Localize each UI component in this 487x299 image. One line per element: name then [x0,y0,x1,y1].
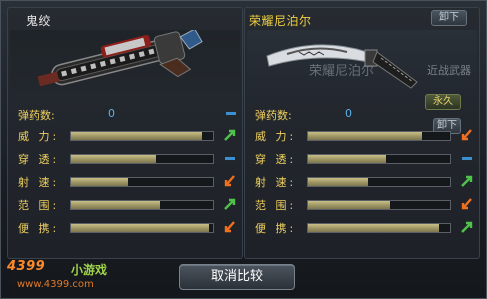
site-logo-sub: 小游戏 [71,263,108,277]
right-stat-power: 威 力: [255,128,477,144]
blue-dash-icon [462,157,472,160]
left-stat-portability: 便 携: [18,220,240,236]
unload-button-top[interactable]: 卸下 [431,10,467,26]
orange-down-arrow-icon [224,175,235,187]
stat-bar [70,200,214,210]
right-weapon-name: 荣耀尼泊尔 [249,14,312,28]
compare-window: 鬼绞 弹药数: 0 威 力: 穿 透: 射 速: 范 围: 便 携: 荣耀尼泊尔… [0,0,487,299]
stat-bar-fill [71,132,202,140]
stat-bar [70,131,214,141]
stat-label: 便 携: [18,222,60,235]
left-stat-range: 范 围: [18,197,240,213]
right-stat-firerate: 射 速: [255,174,477,190]
orange-down-arrow-icon [461,198,472,210]
stat-label: 便 携: [255,222,297,235]
stat-bar [70,177,214,187]
left-stat-power: 威 力: [18,128,240,144]
stat-bar-fill [71,224,209,232]
stat-label: 威 力: [255,130,297,143]
stat-bar [70,223,214,233]
left-ammo-dash-icon [226,112,236,115]
left-stat-firerate: 射 速: [18,174,240,190]
stat-label: 射 速: [18,176,60,189]
right-ammo-value: 0 [345,107,352,120]
stat-bar [307,200,451,210]
stat-bar [70,154,214,164]
right-weapon-image: 荣耀尼泊尔 近战武器 [247,30,477,102]
stat-bar-fill [308,224,439,232]
green-up-arrow-icon [224,198,236,210]
right-stat-range: 范 围: [255,197,477,213]
right-ghost-weapon-name: 荣耀尼泊尔 [309,64,375,79]
stat-label: 穿 透: [18,153,60,166]
stat-label: 射 速: [255,176,297,189]
stat-label: 穿 透: [255,153,297,166]
right-stat-portability: 便 携: [255,220,477,236]
stat-label: 范 围: [255,199,297,212]
left-stat-pierce: 穿 透: [18,151,240,167]
green-up-arrow-icon [461,175,473,187]
orange-down-arrow-icon [461,129,472,141]
stat-label: 范 围: [18,199,60,212]
left-ammo-label: 弹药数: [18,109,55,122]
stat-bar [307,177,451,187]
right-stat-pierce: 穿 透: [255,151,477,167]
chainsaw-weapon-icon [37,28,203,87]
stat-bar-fill [308,201,391,209]
left-ammo-row: 弹药数: 0 [18,107,240,122]
stat-bar [307,223,451,233]
blue-dash-icon [225,157,235,160]
left-weapon-image [10,28,240,102]
stat-bar-fill [71,201,161,209]
cancel-compare-button[interactable]: 取消比较 [179,264,295,290]
stat-bar-fill [308,178,368,186]
left-ammo-value: 0 [108,107,115,120]
right-weapon-type: 近战武器 [427,64,471,77]
left-weapon-panel: 鬼绞 弹药数: 0 威 力: 穿 透: 射 速: 范 围: 便 携: [7,7,243,259]
right-weapon-panel: 荣耀尼泊尔 荣耀尼泊尔 近战武器 卸下 永久 弹药数: 0 卸下 威 力: 穿 … [244,7,480,259]
stat-bar-fill [71,178,128,186]
site-logo-url: www.4399.com [17,279,94,290]
stat-bar-fill [308,132,422,140]
stat-bar [307,154,451,164]
stat-bar [307,131,451,141]
right-ammo-label: 弹药数: [255,109,292,122]
stat-label: 威 力: [18,130,60,143]
stat-bar-fill [308,155,387,163]
stat-bar-fill [71,155,157,163]
left-weapon-name: 鬼绞 [26,14,52,28]
green-up-arrow-icon [224,129,236,141]
site-logo: 4399 [7,259,46,274]
orange-down-arrow-icon [224,221,235,233]
green-up-arrow-icon [461,221,473,233]
